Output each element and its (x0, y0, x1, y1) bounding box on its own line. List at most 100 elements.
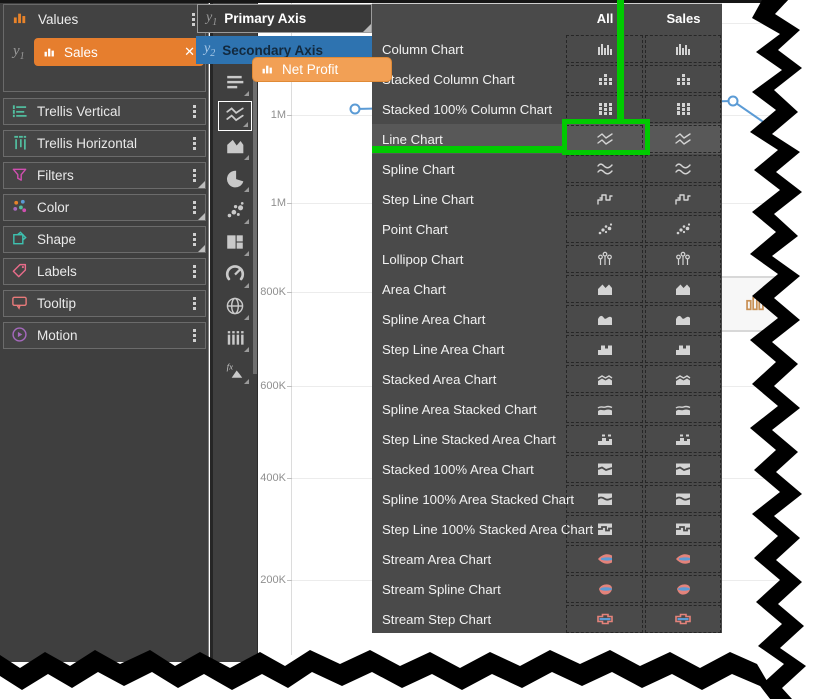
menu-item-point-chart[interactable]: Point Chart (372, 214, 722, 244)
menu-item-step-line-100-stacked-area-chart[interactable]: Step Line 100% Stacked Area Chart (372, 514, 722, 544)
menu-cell-sales-spline-area-chart[interactable] (645, 305, 721, 333)
sales-value-chip[interactable]: Sales ✕ (34, 38, 204, 66)
kebab-menu-icon[interactable] (190, 11, 197, 28)
toolbar-gauge-charts[interactable] (218, 261, 252, 291)
menu-item-stacked-100-area-chart[interactable]: Stacked 100% Area Chart (372, 454, 722, 484)
menu-cell-all-stacked-100-area-chart[interactable] (566, 455, 643, 483)
menu-cell-all-stream-spline-chart[interactable] (566, 575, 643, 603)
menu-cell-sales-stacked-column-chart[interactable] (645, 65, 721, 93)
menu-cell-all-point-chart[interactable] (566, 215, 643, 243)
kebab-menu-icon[interactable] (191, 199, 198, 216)
menu-cell-sales-stream-area-chart[interactable] (645, 545, 721, 573)
menu-item-area-chart[interactable]: Area Chart (372, 274, 722, 304)
menu-item-step-line-area-chart[interactable]: Step Line Area Chart (372, 334, 722, 364)
menu-item-label: Lollipop Chart (372, 252, 463, 267)
menu-cell-sales-column-chart[interactable] (645, 35, 721, 63)
toolbar-scrollbar[interactable] (253, 62, 257, 374)
menu-cell-sales-stream-spline-chart[interactable] (645, 575, 721, 603)
menu-cell-sales-point-chart[interactable] (645, 215, 721, 243)
menu-cell-sales-stream-step-chart[interactable] (645, 605, 721, 633)
kebab-menu-icon[interactable] (191, 167, 198, 184)
sidebar-item-trellis-vertical[interactable]: Trellis Vertical (3, 98, 206, 125)
menu-cell-all-stacked-100-column-chart[interactable] (566, 95, 643, 123)
menu-cell-all-area-chart[interactable] (566, 275, 643, 303)
menu-cell-sales-step-line-100-stacked-area-chart[interactable] (645, 515, 721, 543)
menu-cell-sales-spline-chart[interactable] (645, 155, 721, 183)
menu-cell-sales-spline-100-area-stacked-chart[interactable] (645, 485, 721, 513)
kebab-menu-icon[interactable] (191, 103, 198, 120)
menu-item-step-line-chart[interactable]: Step Line Chart (372, 184, 722, 214)
menu-cell-all-spline-area-stacked-chart[interactable] (566, 395, 643, 423)
menu-cell-all-step-line-chart[interactable] (566, 185, 643, 213)
bar-chart-icon (261, 61, 275, 78)
menu-item-lollipop-chart[interactable]: Lollipop Chart (372, 244, 722, 274)
close-icon[interactable]: ✕ (184, 44, 195, 60)
menu-cell-all-spline-area-chart[interactable] (566, 305, 643, 333)
menu-cell-all-spline-100-area-stacked-chart[interactable] (566, 485, 643, 513)
kebab-menu-icon[interactable] (191, 295, 198, 312)
menu-cell-sales-stacked-area-chart[interactable] (645, 365, 721, 393)
toolbar-map-charts[interactable] (218, 293, 252, 323)
sidebar-item-filters[interactable]: Filters (3, 162, 206, 189)
sidebar-item-tooltip[interactable]: Tooltip (3, 290, 206, 317)
menu-item-step-line-stacked-area-chart[interactable]: Step Line Stacked Area Chart (372, 424, 722, 454)
sidebar-item-labels[interactable]: Labels (3, 258, 206, 285)
menu-cell-all-stream-area-chart[interactable] (566, 545, 643, 573)
kebab-menu-icon[interactable] (191, 135, 198, 152)
kebab-menu-icon[interactable] (191, 231, 198, 248)
menu-cell-all-stream-step-chart[interactable] (566, 605, 643, 633)
menu-item-stacked-column-chart[interactable]: Stacked Column Chart (372, 64, 722, 94)
gauge-tool-icon (225, 264, 245, 289)
treemap-tool-icon (225, 232, 245, 257)
globe-tool-icon (225, 296, 245, 321)
toolbar-pie-charts[interactable] (218, 165, 252, 195)
menu-cell-sales-line-chart[interactable] (645, 125, 721, 153)
menu-cell-all-lollipop-chart[interactable] (566, 245, 643, 273)
menu-item-spline-chart[interactable]: Spline Chart (372, 154, 722, 184)
menu-item-spline-100-area-stacked-chart[interactable]: Spline 100% Area Stacked Chart (372, 484, 722, 514)
sidebar-item-shape[interactable]: Shape (3, 226, 206, 253)
toolbar-custom-fx-charts[interactable]: fx (218, 357, 252, 387)
menu-cell-all-stacked-column-chart[interactable] (566, 65, 643, 93)
toolbar-scatter-charts[interactable] (218, 197, 252, 227)
secondary-axis-drop-zone[interactable] (722, 276, 788, 332)
menu-cell-sales-stacked-100-area-chart[interactable] (645, 455, 721, 483)
toolbar-line-charts[interactable] (218, 101, 252, 131)
menu-cell-sales-lollipop-chart[interactable] (645, 245, 721, 273)
menu-item-stream-spline-chart[interactable]: Stream Spline Chart (372, 574, 722, 604)
toolbar-area-charts[interactable] (218, 133, 252, 163)
sidebar-item-label: Labels (37, 264, 77, 279)
toolbar-horizontal-charts[interactable] (218, 69, 252, 99)
menu-item-stream-step-chart[interactable]: Stream Step Chart (372, 604, 722, 634)
primary-axis-dropdown[interactable]: y1 Primary Axis (197, 4, 372, 33)
menu-cell-sales-spline-area-stacked-chart[interactable] (645, 395, 721, 423)
menu-item-stacked-100-column-chart[interactable]: Stacked 100% Column Chart (372, 94, 722, 124)
toolbar-matrix-charts[interactable] (218, 325, 252, 355)
menu-item-spline-area-chart[interactable]: Spline Area Chart (372, 304, 722, 334)
net-profit-drag-chip[interactable]: Net Profit (252, 57, 392, 82)
menu-cell-all-stacked-area-chart[interactable] (566, 365, 643, 393)
menu-item-spline-area-stacked-chart[interactable]: Spline Area Stacked Chart (372, 394, 722, 424)
menu-cell-sales-step-line-area-chart[interactable] (645, 335, 721, 363)
menu-cell-sales-stacked-100-column-chart[interactable] (645, 95, 721, 123)
menu-item-column-chart[interactable]: Column Chart (372, 34, 722, 64)
menu-item-stacked-area-chart[interactable]: Stacked Area Chart (372, 364, 722, 394)
menu-cell-sales-step-line-chart[interactable] (645, 185, 721, 213)
net-profit-chip-label: Net Profit (282, 62, 338, 77)
menu-cell-all-step-line-area-chart[interactable] (566, 335, 643, 363)
menu-cell-all-line-chart[interactable] (566, 125, 643, 153)
menu-cell-sales-step-line-stacked-area-chart[interactable] (645, 425, 721, 453)
kebab-menu-icon[interactable] (191, 327, 198, 344)
toolbar-treemap-charts[interactable] (218, 229, 252, 259)
sidebar-item-motion[interactable]: Motion (3, 322, 206, 349)
menu-cell-sales-area-chart[interactable] (645, 275, 721, 303)
sidebar-item-trellis-horizontal[interactable]: Trellis Horizontal (3, 130, 206, 157)
menu-cell-all-step-line-stacked-area-chart[interactable] (566, 425, 643, 453)
menu-cell-all-step-line-100-stacked-area-chart[interactable] (566, 515, 643, 543)
menu-cell-all-spline-chart[interactable] (566, 155, 643, 183)
menu-cell-all-column-chart[interactable] (566, 35, 643, 63)
menu-item-stream-area-chart[interactable]: Stream Area Chart (372, 544, 722, 574)
menu-item-line-chart[interactable]: Line Chart (372, 124, 722, 154)
sidebar-item-color[interactable]: Color (3, 194, 206, 221)
kebab-menu-icon[interactable] (191, 263, 198, 280)
